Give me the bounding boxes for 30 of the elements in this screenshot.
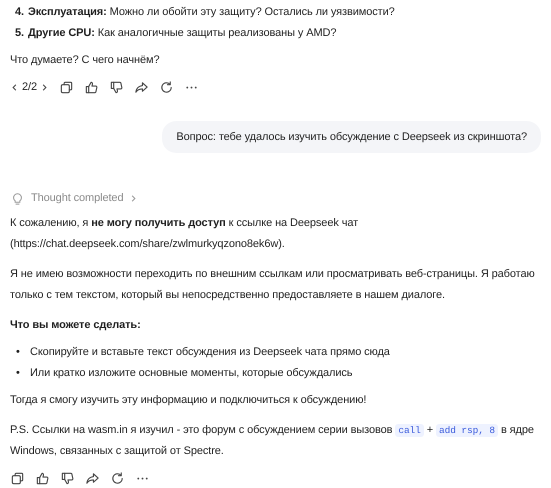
share-icon[interactable] xyxy=(85,470,100,486)
regenerate-icon[interactable] xyxy=(110,470,125,486)
chevron-right-icon[interactable] xyxy=(40,82,49,92)
chevron-left-icon[interactable] xyxy=(10,82,19,92)
bullet-marker: • xyxy=(16,366,21,381)
list-number: 4. xyxy=(15,5,24,20)
paragraph: К сожалению, я не могу получить доступ к ссылке на Deepseek чат (https://chat.deepseek.com/share/zwlmurkyqzono8ek6w). xyxy=(10,216,360,252)
lightbulb-icon xyxy=(10,190,25,206)
thumbs-down-icon[interactable] xyxy=(60,470,75,486)
regenerate-icon[interactable] xyxy=(159,80,174,94)
copy-icon[interactable] xyxy=(10,470,25,486)
user-message: Вопрос: тебе удалось изучить обсуждение с Deepseek из скриншота? xyxy=(162,121,541,153)
thought-status[interactable]: Thought completed xyxy=(31,189,124,207)
list-item-text: Эксплуатация: Можно ли обойти эту защиту? Остались ли уязвимости? xyxy=(28,5,395,20)
page-counter: 2/2 xyxy=(22,81,37,93)
section-heading: Что вы можете сделать: xyxy=(10,318,142,333)
paragraph: Я не имею возможности переходить по внешним ссылкам или просматривать веб-страницы. Я работаю только с тем текстом, который вы непосредственно предоставляете в нашем диалоге. xyxy=(10,267,536,303)
share-icon[interactable] xyxy=(134,80,149,94)
list-item-text: Другие CPU: Как аналогичные защиты реализованы у AMD? xyxy=(28,26,336,41)
bullet-item: Скопируйте и вставьте текст обсуждения из Deepseek чата прямо сюда xyxy=(30,345,390,360)
message-text: Что думаете? С чего начнём? xyxy=(10,53,161,68)
paragraph: P.S. Ссылки на wasm.in я изучил - это форум с обсуждением серии вызовов call + add rsp, 8 в ядре Windows, связанных с защитой от Spectre. xyxy=(10,423,535,459)
thumbs-down-icon[interactable] xyxy=(109,80,124,94)
thumbs-up-icon[interactable] xyxy=(84,80,99,94)
list-number: 5. xyxy=(15,26,24,41)
bullet-item: Или кратко изложите основные моменты, которые обсуждались xyxy=(30,366,352,381)
thumbs-up-icon[interactable] xyxy=(35,470,50,486)
copy-icon[interactable] xyxy=(59,80,74,94)
bullet-marker: • xyxy=(16,345,21,360)
paragraph: Тогда я смогу изучить эту информацию и подключиться к обсуждению! xyxy=(10,393,368,408)
